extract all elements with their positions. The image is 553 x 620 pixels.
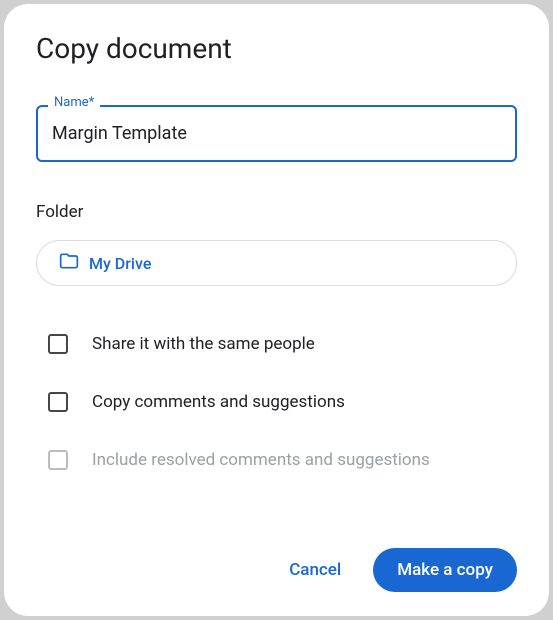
include-resolved-checkbox bbox=[48, 450, 68, 470]
name-label-text: Name bbox=[54, 95, 89, 110]
folder-icon bbox=[59, 251, 79, 275]
copy-comments-option[interactable]: Copy comments and suggestions bbox=[36, 384, 517, 420]
share-same-people-option[interactable]: Share it with the same people bbox=[36, 326, 517, 362]
share-same-label: Share it with the same people bbox=[92, 334, 315, 354]
dialog-title: Copy document bbox=[36, 32, 517, 65]
name-field-wrapper: Name* bbox=[36, 105, 517, 162]
name-input[interactable] bbox=[36, 105, 517, 162]
include-resolved-label: Include resolved comments and suggestion… bbox=[92, 450, 430, 470]
folder-chip-label: My Drive bbox=[89, 254, 151, 273]
name-field-label: Name* bbox=[48, 95, 100, 110]
share-same-checkbox[interactable] bbox=[48, 334, 68, 354]
make-copy-button[interactable]: Make a copy bbox=[373, 548, 517, 592]
include-resolved-option: Include resolved comments and suggestion… bbox=[36, 442, 517, 478]
dialog-actions: Cancel Make a copy bbox=[36, 528, 517, 592]
copy-document-dialog: Copy document Name* Folder My Drive Shar… bbox=[4, 4, 549, 616]
cancel-button[interactable]: Cancel bbox=[273, 550, 357, 590]
copy-comments-label: Copy comments and suggestions bbox=[92, 392, 345, 412]
required-asterisk: * bbox=[89, 95, 95, 110]
copy-comments-checkbox[interactable] bbox=[48, 392, 68, 412]
folder-picker-chip[interactable]: My Drive bbox=[36, 240, 517, 286]
folder-section-label: Folder bbox=[36, 202, 517, 222]
